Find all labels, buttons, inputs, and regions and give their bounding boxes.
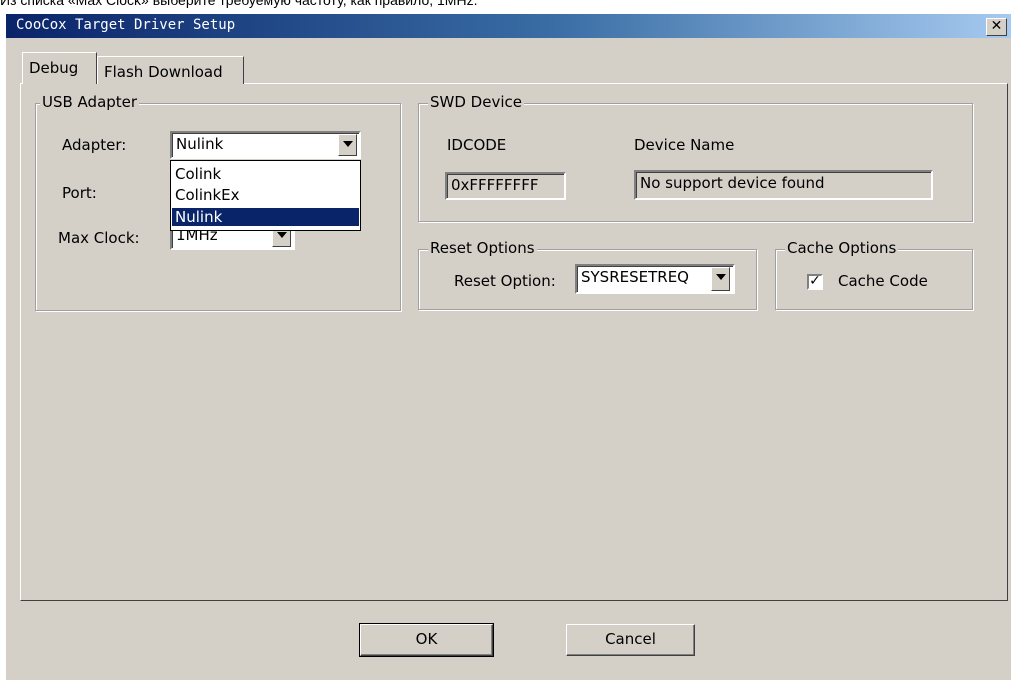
title-bar[interactable]: CooCox Target Driver Setup ✕ [6,14,1011,38]
adapter-option-colink[interactable]: Colink [172,165,359,183]
adapter-combobox[interactable]: Nulink [170,131,361,159]
tab-debug[interactable]: Debug [22,52,97,84]
reset-option-label: Reset Option: [454,272,556,290]
checkmark-icon: ✓ [809,273,821,289]
swd-device-group [418,103,973,222]
chevron-down-icon[interactable] [338,134,357,156]
cache-code-label: Cache Code [838,272,928,290]
reset-options-legend: Reset Options [428,239,537,257]
cache-options-legend: Cache Options [785,239,899,257]
document-caption: Из списка «Max Clock» выберите требуемую… [0,0,478,8]
adapter-option-colinkex[interactable]: ColinkEx [172,186,359,204]
chevron-down-icon[interactable] [711,267,730,291]
device-name-label: Device Name [634,136,735,154]
max-clock-label: Max Clock: [58,229,140,247]
reset-option-value: SYSRESETREQ [581,268,689,286]
adapter-value: Nulink [176,135,224,153]
cache-code-checkbox[interactable]: ✓ [807,274,823,290]
device-name-field: No support device found [634,170,933,200]
cancel-button[interactable]: Cancel [566,624,695,656]
adapter-dropdown-list: Colink ColinkEx Nulink [170,160,361,231]
swd-device-legend: SWD Device [428,93,524,111]
tab-flash-download[interactable]: Flash Download [97,56,244,84]
device-name-value: No support device found [640,174,825,192]
close-icon: ✕ [990,18,1003,34]
idcode-value: 0xFFFFFFFF [451,176,539,194]
ok-button[interactable]: OK [359,623,494,657]
window-title: CooCox Target Driver Setup [16,17,236,33]
idcode-field: 0xFFFFFFFF [445,172,566,200]
adapter-option-nulink[interactable]: Nulink [172,208,359,226]
adapter-label: Adapter: [62,136,127,154]
idcode-label: IDCODE [447,136,507,154]
port-label: Port: [62,184,97,202]
usb-adapter-legend: USB Adapter [40,93,140,111]
close-button[interactable]: ✕ [986,18,1007,36]
